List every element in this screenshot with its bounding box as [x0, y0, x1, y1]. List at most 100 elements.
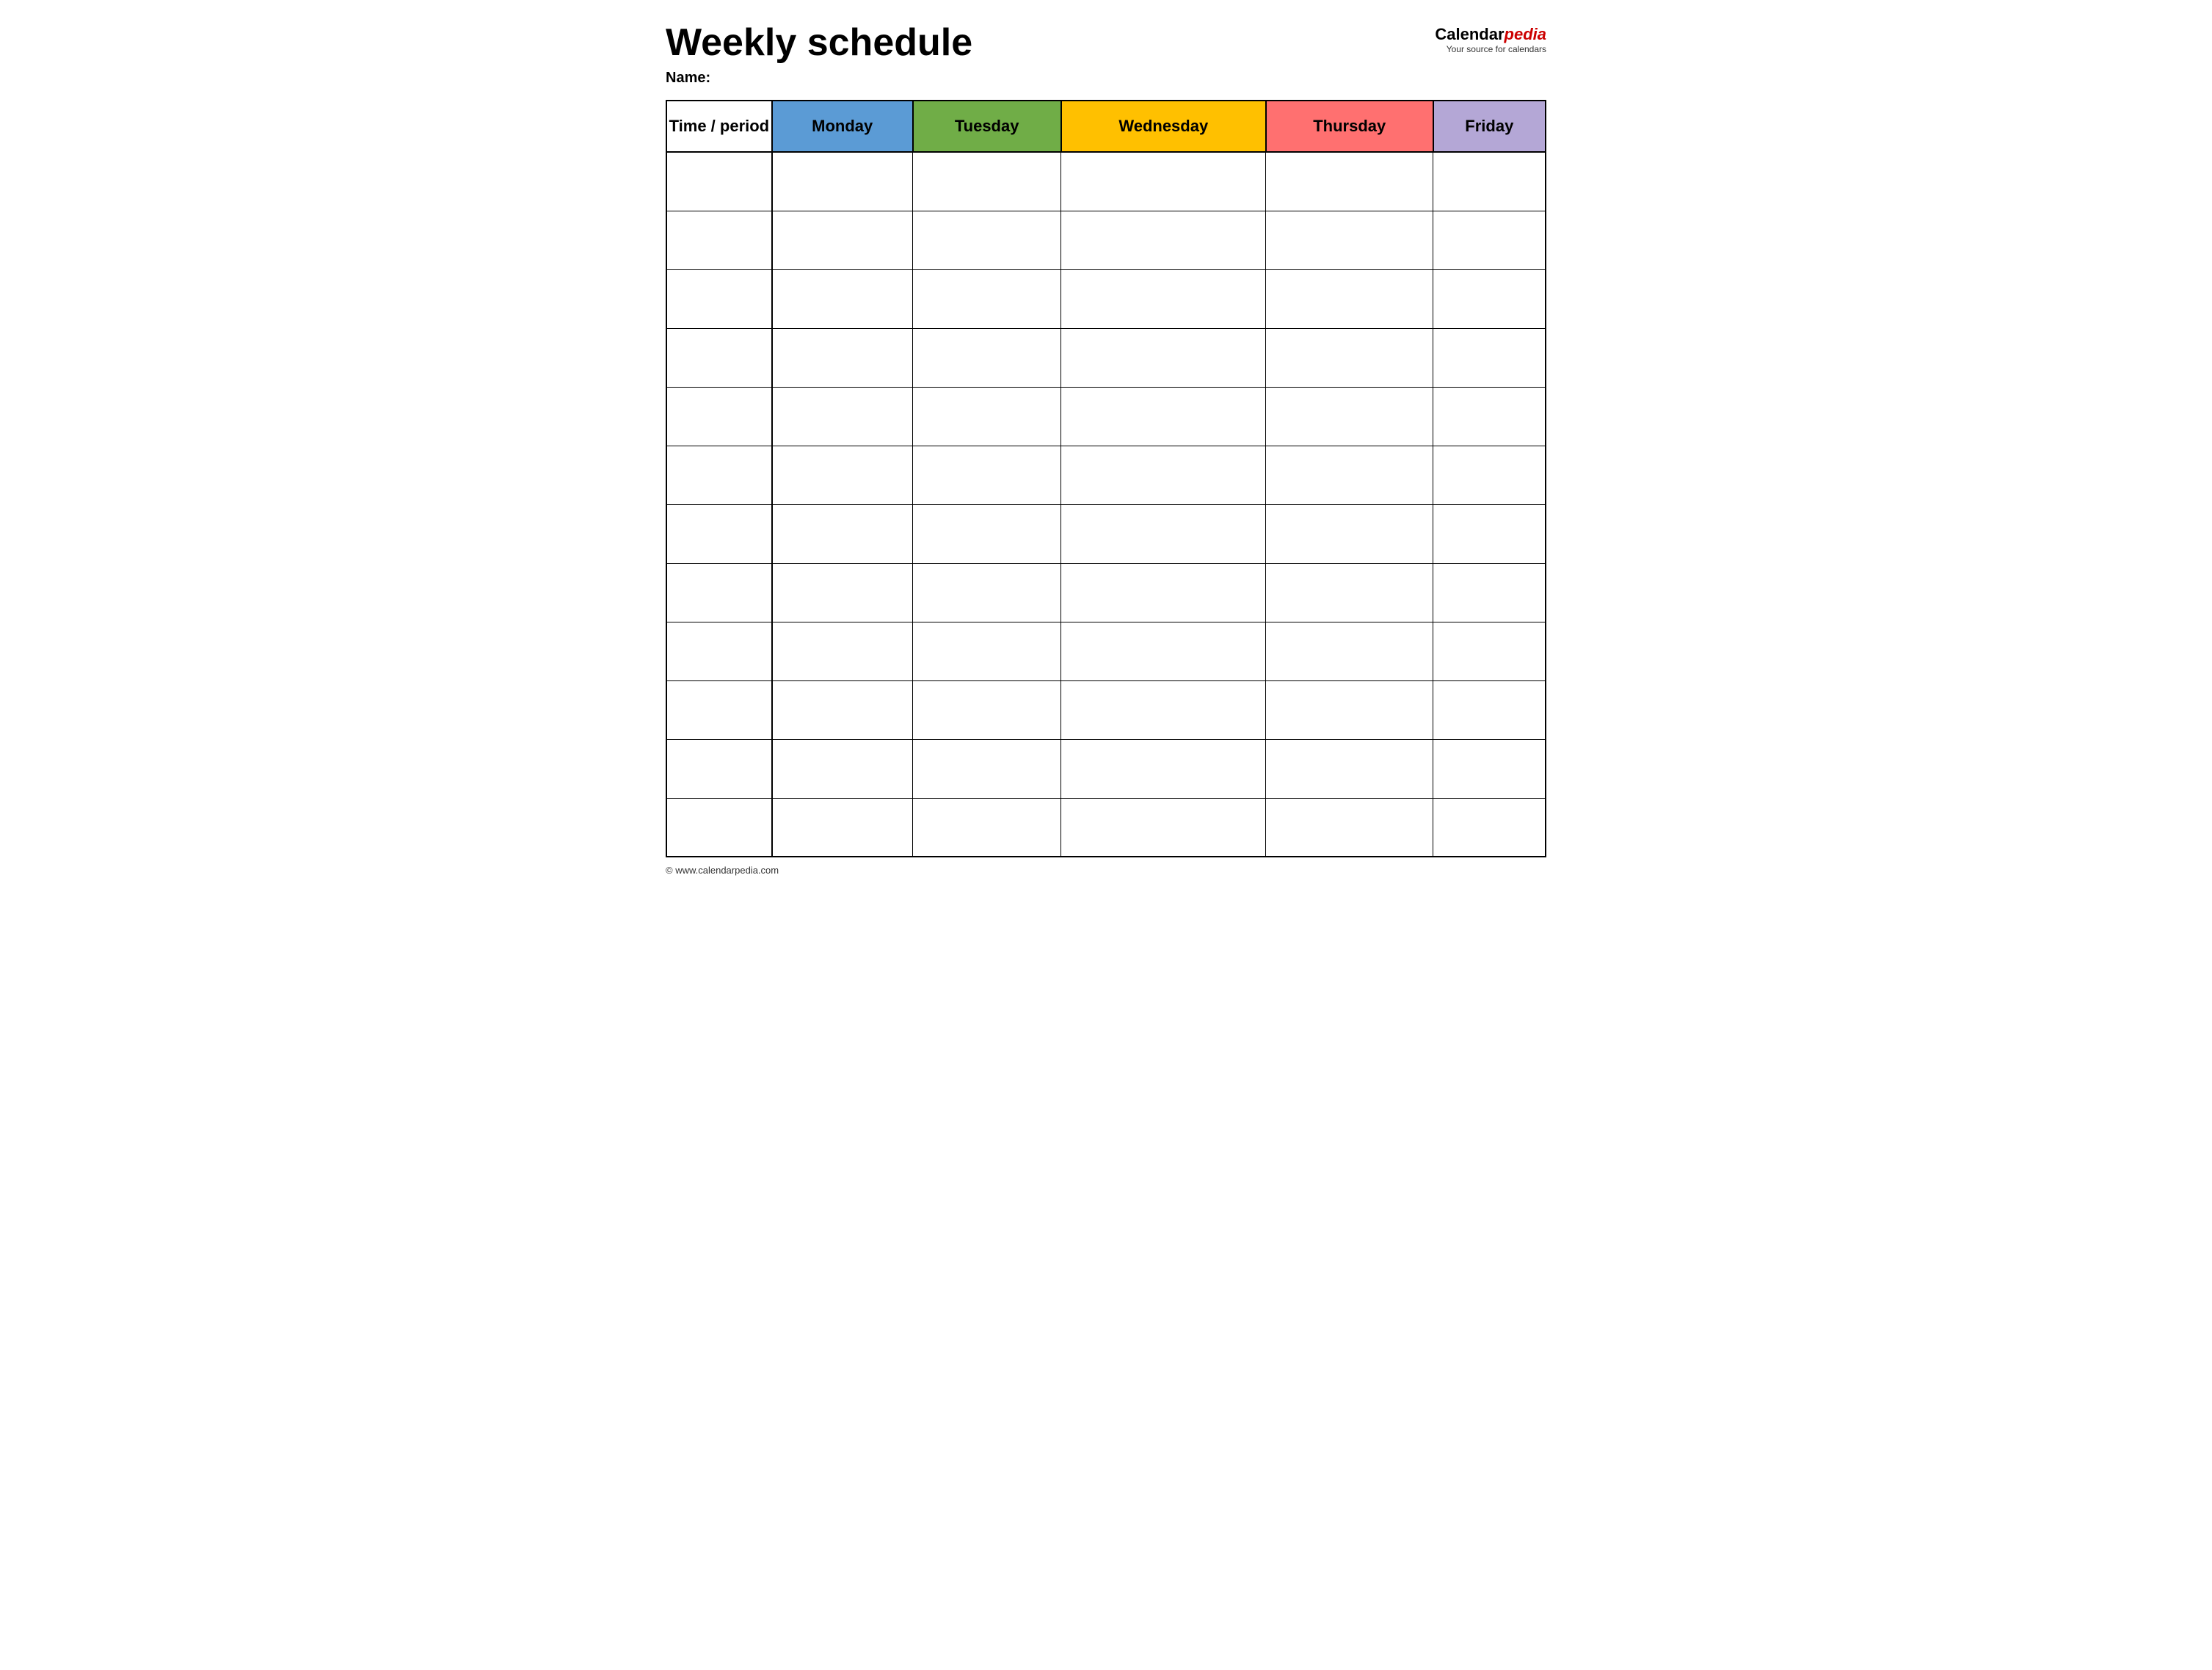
table-cell[interactable] [1433, 798, 1546, 857]
table-row [666, 798, 1546, 857]
table-cell[interactable] [666, 269, 772, 328]
table-cell[interactable] [772, 152, 913, 211]
table-cell[interactable] [1061, 387, 1266, 446]
table-cell[interactable] [772, 680, 913, 739]
table-row [666, 739, 1546, 798]
table-cell[interactable] [913, 211, 1061, 269]
table-cell[interactable] [1433, 269, 1546, 328]
table-row [666, 269, 1546, 328]
table-cell[interactable] [913, 504, 1061, 563]
table-cell[interactable] [1266, 269, 1433, 328]
col-header-thursday: Thursday [1266, 101, 1433, 152]
name-row: Name: [666, 70, 1546, 87]
table-cell[interactable] [1266, 387, 1433, 446]
table-cell[interactable] [913, 328, 1061, 387]
table-cell[interactable] [772, 446, 913, 504]
table-row [666, 504, 1546, 563]
col-header-time: Time / period [666, 101, 772, 152]
table-cell[interactable] [1433, 387, 1546, 446]
table-header-row: Time / period Monday Tuesday Wednesday T… [666, 101, 1546, 152]
table-cell[interactable] [666, 387, 772, 446]
table-row [666, 152, 1546, 211]
table-cell[interactable] [1266, 446, 1433, 504]
table-cell[interactable] [1433, 680, 1546, 739]
table-cell[interactable] [913, 739, 1061, 798]
table-cell[interactable] [666, 622, 772, 680]
table-cell[interactable] [666, 446, 772, 504]
table-cell[interactable] [666, 504, 772, 563]
table-cell[interactable] [1061, 563, 1266, 622]
table-cell[interactable] [1266, 504, 1433, 563]
table-row [666, 387, 1546, 446]
logo-italic: pedia [1505, 25, 1546, 43]
table-cell[interactable] [1266, 211, 1433, 269]
table-row [666, 446, 1546, 504]
table-cell[interactable] [666, 211, 772, 269]
table-cell[interactable] [1061, 798, 1266, 857]
table-cell[interactable] [666, 798, 772, 857]
table-cell[interactable] [1061, 622, 1266, 680]
logo-area: Calendarpedia Your source for calendars [1435, 22, 1546, 54]
table-cell[interactable] [1266, 739, 1433, 798]
table-row [666, 622, 1546, 680]
table-cell[interactable] [772, 211, 913, 269]
table-cell[interactable] [913, 563, 1061, 622]
table-cell[interactable] [1433, 563, 1546, 622]
table-cell[interactable] [1433, 211, 1546, 269]
table-cell[interactable] [772, 269, 913, 328]
table-cell[interactable] [772, 328, 913, 387]
col-header-friday: Friday [1433, 101, 1546, 152]
table-cell[interactable] [913, 680, 1061, 739]
table-cell[interactable] [772, 504, 913, 563]
table-cell[interactable] [1266, 622, 1433, 680]
col-header-wednesday: Wednesday [1061, 101, 1266, 152]
footer-row: © www.calendarpedia.com [666, 865, 1546, 876]
col-header-monday: Monday [772, 101, 913, 152]
logo-text: Calendarpedia [1435, 25, 1546, 44]
table-cell[interactable] [1433, 446, 1546, 504]
table-cell[interactable] [772, 387, 913, 446]
table-cell[interactable] [913, 269, 1061, 328]
table-row [666, 328, 1546, 387]
table-cell[interactable] [666, 739, 772, 798]
table-cell[interactable] [913, 446, 1061, 504]
page-wrapper: Weekly schedule Calendarpedia Your sourc… [666, 22, 1546, 876]
copyright-text: © www.calendarpedia.com [666, 865, 779, 876]
table-cell[interactable] [1266, 152, 1433, 211]
table-cell[interactable] [913, 387, 1061, 446]
table-cell[interactable] [1061, 269, 1266, 328]
table-cell[interactable] [666, 152, 772, 211]
table-cell[interactable] [772, 798, 913, 857]
table-cell[interactable] [1061, 446, 1266, 504]
table-cell[interactable] [1061, 680, 1266, 739]
table-cell[interactable] [666, 328, 772, 387]
table-cell[interactable] [913, 622, 1061, 680]
table-cell[interactable] [1433, 739, 1546, 798]
table-cell[interactable] [1266, 680, 1433, 739]
table-cell[interactable] [1061, 328, 1266, 387]
table-cell[interactable] [1433, 152, 1546, 211]
table-cell[interactable] [1266, 563, 1433, 622]
table-row [666, 563, 1546, 622]
table-cell[interactable] [772, 563, 913, 622]
table-cell[interactable] [1061, 504, 1266, 563]
table-cell[interactable] [1433, 622, 1546, 680]
table-cell[interactable] [913, 152, 1061, 211]
table-cell[interactable] [1433, 504, 1546, 563]
table-body [666, 152, 1546, 857]
header-row: Weekly schedule Calendarpedia Your sourc… [666, 22, 1546, 64]
table-cell[interactable] [772, 739, 913, 798]
table-cell[interactable] [666, 563, 772, 622]
page-title: Weekly schedule [666, 22, 972, 64]
table-cell[interactable] [1433, 328, 1546, 387]
table-cell[interactable] [1061, 152, 1266, 211]
name-label: Name: [666, 70, 710, 86]
table-cell[interactable] [772, 622, 913, 680]
table-cell[interactable] [1061, 211, 1266, 269]
table-cell[interactable] [1266, 328, 1433, 387]
table-cell[interactable] [666, 680, 772, 739]
table-cell[interactable] [913, 798, 1061, 857]
table-cell[interactable] [1266, 798, 1433, 857]
logo-tagline: Your source for calendars [1435, 44, 1546, 54]
table-cell[interactable] [1061, 739, 1266, 798]
